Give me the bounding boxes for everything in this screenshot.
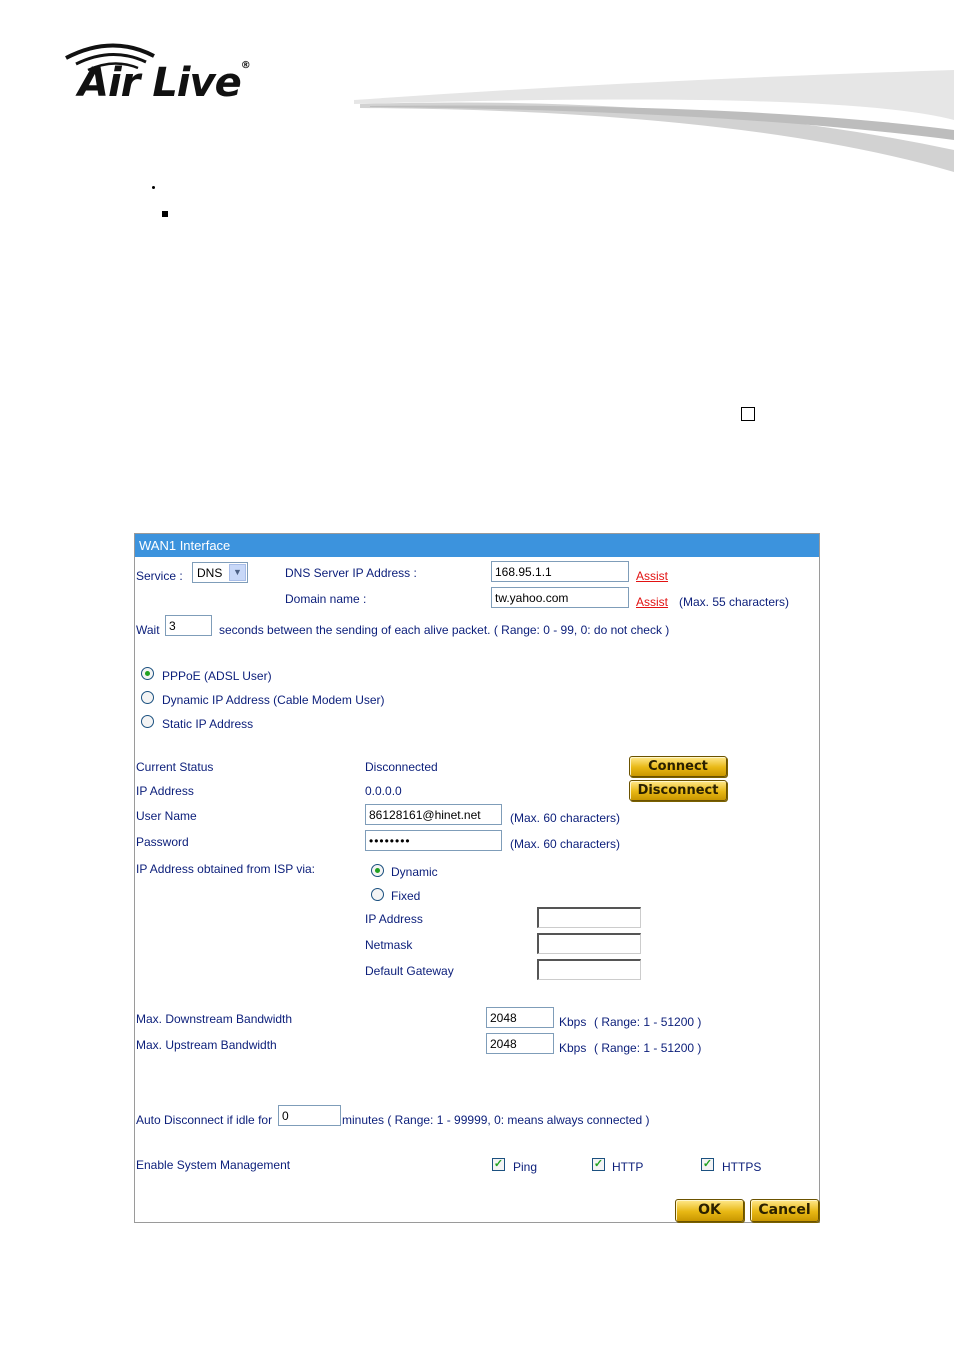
isp-label: IP Address obtained from ISP via:: [136, 862, 315, 876]
downstream-input[interactable]: [486, 1007, 554, 1028]
wait-label: Wait: [136, 623, 160, 637]
connect-button[interactable]: Connect: [629, 756, 727, 777]
domain-label: Domain name :: [285, 592, 367, 606]
pppoe-radio[interactable]: [141, 667, 154, 680]
fixed-ip-input[interactable]: [537, 907, 641, 928]
wan1-interface-panel: WAN1 Interface Service : DNS ▼ DNS Serve…: [134, 533, 820, 1223]
fixed-ip-label: IP Address: [365, 912, 423, 926]
downstream-label: Max. Downstream Bandwidth: [136, 1012, 293, 1026]
ok-button[interactable]: OK: [675, 1199, 744, 1222]
bullet-square: [162, 211, 168, 217]
https-checkbox[interactable]: ✓: [701, 1158, 714, 1171]
http-checkbox[interactable]: ✓: [592, 1158, 605, 1171]
dynamic-ip-label: Dynamic IP Address (Cable Modem User): [162, 693, 385, 707]
empty-checkbox-glyph: [741, 407, 755, 421]
netmask-input[interactable]: [537, 933, 641, 954]
isp-dynamic-radio[interactable]: [371, 864, 384, 877]
isp-dynamic-label: Dynamic: [391, 865, 438, 879]
ip-address-label: IP Address: [136, 784, 194, 798]
idle-input[interactable]: [278, 1105, 341, 1126]
static-ip-radio[interactable]: [141, 715, 154, 728]
current-status-value: Disconnected: [365, 760, 438, 774]
username-hint: (Max. 60 characters): [510, 811, 621, 825]
downstream-range: ( Range: 1 - 51200 ): [594, 1015, 702, 1029]
brand-wordmark: Air Live®: [78, 60, 251, 106]
current-status-label: Current Status: [136, 760, 214, 774]
dns-server-label: DNS Server IP Address :: [285, 566, 417, 580]
gateway-label: Default Gateway: [365, 964, 454, 978]
service-label: Service :: [136, 569, 183, 583]
ip-address-value: 0.0.0.0: [365, 784, 402, 798]
idle-label: Auto Disconnect if idle for: [136, 1113, 273, 1127]
idle-suffix: minutes ( Range: 1 - 99999, 0: means alw…: [342, 1113, 650, 1127]
upstream-label: Max. Upstream Bandwidth: [136, 1038, 277, 1052]
password-label: Password: [136, 835, 189, 849]
ping-label: Ping: [513, 1160, 538, 1174]
bullet-dot: [152, 186, 155, 189]
domain-input[interactable]: [491, 587, 629, 608]
https-label: HTTPS: [722, 1160, 762, 1174]
http-label: HTTP: [612, 1160, 644, 1174]
static-ip-label: Static IP Address: [162, 717, 254, 731]
domain-hint: (Max. 55 characters): [679, 595, 790, 609]
isp-fixed-label: Fixed: [391, 889, 421, 903]
dynamic-ip-radio[interactable]: [141, 691, 154, 704]
username-input[interactable]: [365, 804, 502, 825]
pppoe-label: PPPoE (ADSL User): [162, 669, 272, 683]
chevron-down-icon[interactable]: ▼: [229, 564, 246, 581]
mgmt-label: Enable System Management: [136, 1158, 291, 1172]
downstream-unit: Kbps: [559, 1015, 587, 1029]
username-label: User Name: [136, 809, 197, 823]
password-input[interactable]: [365, 830, 502, 851]
password-hint: (Max. 60 characters): [510, 837, 621, 851]
header-swoosh-decoration: [354, 70, 954, 172]
dns-server-input[interactable]: [491, 561, 629, 582]
isp-fixed-radio[interactable]: [371, 888, 384, 901]
panel-title: WAN1 Interface: [135, 534, 819, 557]
cancel-button[interactable]: Cancel: [750, 1199, 819, 1222]
netmask-label: Netmask: [365, 938, 413, 952]
service-value: DNS: [197, 566, 223, 580]
disconnect-button[interactable]: Disconnect: [629, 780, 727, 801]
upstream-range: ( Range: 1 - 51200 ): [594, 1041, 702, 1055]
domain-assist-link[interactable]: Assist: [636, 595, 668, 609]
upstream-unit: Kbps: [559, 1041, 587, 1055]
ping-checkbox[interactable]: ✓: [492, 1158, 505, 1171]
service-select[interactable]: DNS ▼: [192, 562, 248, 583]
wait-suffix: seconds between the sending of each aliv…: [219, 623, 670, 637]
upstream-input[interactable]: [486, 1033, 554, 1054]
wait-input[interactable]: [165, 615, 212, 636]
dns-assist-link[interactable]: Assist: [636, 569, 668, 583]
gateway-input[interactable]: [537, 959, 641, 980]
